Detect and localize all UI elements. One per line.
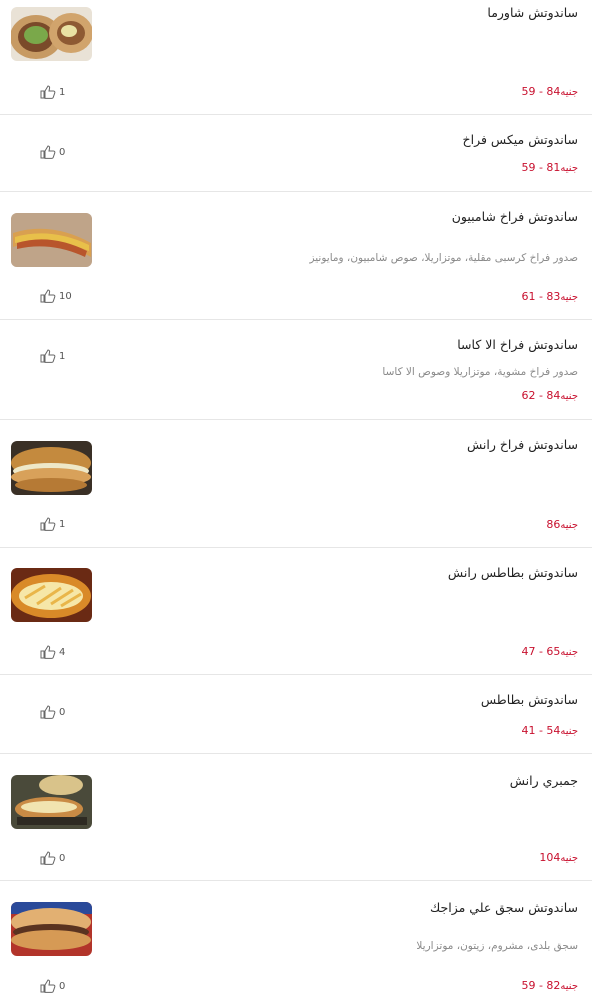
like-button[interactable]: 0 [40,705,65,719]
item-price: 41 - 54جنيه [521,724,578,737]
item-price: 59 - 84جنيه [521,85,578,98]
thumbs-up-icon [40,145,56,159]
item-image-champion[interactable] [11,213,92,267]
item-price: 59 - 81جنيه [521,161,578,174]
item-image-ranch-chicken[interactable] [11,441,92,495]
item-price: 86جنيه [546,518,578,531]
item-name: ساندوتش بطاطس [480,692,578,707]
like-count: 4 [59,646,66,658]
thumbs-up-icon [40,705,56,719]
menu-item[interactable]: ساندوتش ميكس فراخ 59 - 81جنيه 0 [0,115,592,192]
like-count: 0 [59,980,66,992]
item-name: ساندوتش سجق علي مزاجك [429,900,578,915]
item-name: ساندوتش بطاطس رانش [447,565,578,580]
item-name: ساندوتش شاورما [487,5,578,20]
item-image-shrimp-ranch[interactable] [11,775,92,829]
item-description: صدور فراخ كرسبى مقلية، موتزاريلا، صوص شا… [309,252,578,264]
item-price: 62 - 84جنيه [521,389,578,402]
item-name: ساندوتش فراخ الا كاسا [457,337,578,352]
item-price: 59 - 82جنيه [521,979,578,992]
like-count: 0 [59,706,66,718]
thumbs-up-icon [40,289,56,303]
item-image-shawarma[interactable] [11,7,92,61]
item-description: سجق بلدى، مشروم، زيتون، موتزاريلا [416,940,578,952]
item-price: 47 - 65جنيه [521,645,578,658]
item-name: ساندوتش فراخ شامبيون [451,209,578,224]
like-button[interactable]: 1 [40,349,65,363]
menu-item[interactable]: ساندوتش بطاطس 41 - 54جنيه 0 [0,675,592,754]
thumbs-up-icon [40,517,56,531]
like-button[interactable]: 0 [40,145,65,159]
like-count: 0 [59,852,66,864]
item-image-fries-ranch[interactable] [11,568,92,622]
like-button[interactable]: 0 [40,979,65,993]
like-count: 10 [59,290,72,302]
menu-item[interactable]: ساندوتش فراخ شامبيون صدور فراخ كرسبى مقل… [0,192,592,320]
like-count: 1 [59,518,66,530]
item-price: 61 - 83جنيه [521,290,578,303]
like-button[interactable]: 1 [40,85,65,99]
thumbs-up-icon [40,979,56,993]
menu-item[interactable]: ساندوتش سجق علي مزاجك سجق بلدى، مشروم، ز… [0,881,592,1000]
like-button[interactable]: 0 [40,851,65,865]
item-name: ساندوتش فراخ رانش [466,437,578,452]
menu-item[interactable]: ساندوتش بطاطس رانش 47 - 65جنيه 4 [0,548,592,675]
like-button[interactable]: 10 [40,289,72,303]
thumbs-up-icon [40,85,56,99]
menu-item[interactable]: ساندوتش فراخ الا كاسا صدور فراخ مشوية، م… [0,320,592,420]
menu-item[interactable]: ساندوتش شاورما 59 - 84جنيه 1 [0,0,592,115]
menu-item[interactable]: جمبري رانش 104جنيه 0 [0,754,592,881]
item-description: صدور فراخ مشوية، موتزاريلا وصوص الا كاسا [382,366,578,378]
item-name: جمبري رانش [509,773,578,788]
menu-list: ساندوتش شاورما 59 - 84جنيه 1 ساندوتش ميك… [0,0,592,1000]
like-count: 0 [59,146,66,158]
item-name: ساندوتش ميكس فراخ [462,132,578,147]
like-count: 1 [59,86,66,98]
thumbs-up-icon [40,349,56,363]
thumbs-up-icon [40,645,56,659]
like-button[interactable]: 4 [40,645,65,659]
menu-item[interactable]: ساندوتش فراخ رانش 86جنيه 1 [0,420,592,548]
like-count: 1 [59,350,66,362]
item-price: 104جنيه [539,851,578,864]
item-image-sausage[interactable] [11,902,92,956]
like-button[interactable]: 1 [40,517,65,531]
thumbs-up-icon [40,851,56,865]
